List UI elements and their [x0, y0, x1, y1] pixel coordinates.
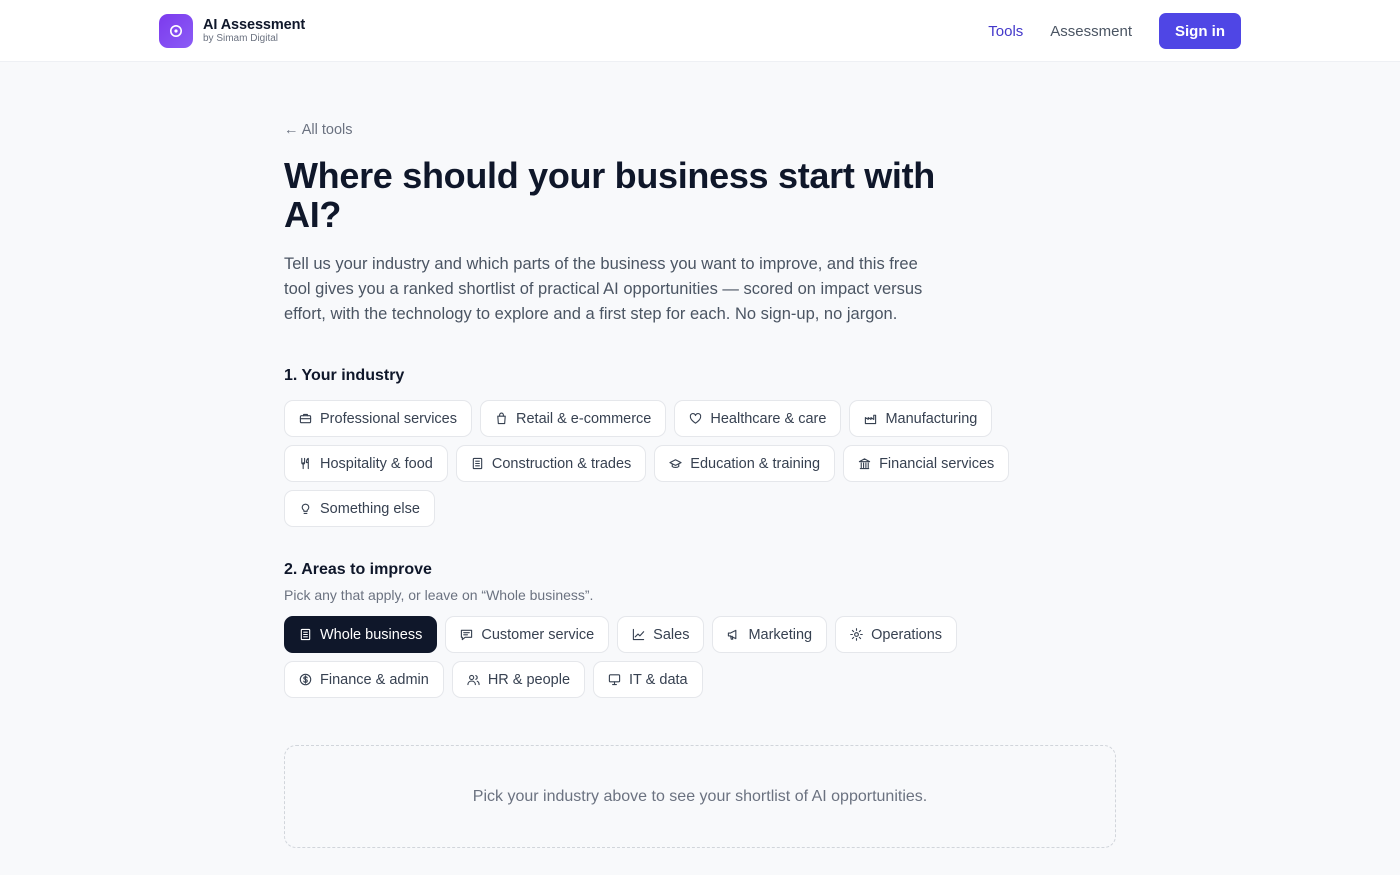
area-options: Whole business Customer service Sales Marke…: [284, 616, 974, 698]
nav-link-tools[interactable]: Tools: [988, 23, 1023, 40]
industry-options: Professional services Retail & e-commerce…: [284, 400, 1024, 527]
area-chip-sales[interactable]: Sales: [617, 616, 705, 653]
graduation-cap-icon: [669, 457, 682, 470]
factory-icon: [864, 412, 877, 425]
area-chip-whole-business[interactable]: Whole business: [284, 616, 438, 653]
area-chip-finance-admin[interactable]: Finance & admin: [284, 661, 444, 698]
area-chip-label: HR & people: [487, 671, 571, 688]
industry-chip-manufacturing[interactable]: Manufacturing: [849, 400, 993, 437]
main-nav: Tools Assessment Sign in: [988, 13, 1241, 49]
top-navbar: AI Assessment by Simam Digital Tools Ass…: [0, 0, 1400, 62]
industry-chip-education-training[interactable]: Education & training: [654, 445, 836, 482]
areas-hint: Pick any that apply, or leave on “Whole …: [284, 587, 594, 603]
users-icon: [467, 673, 480, 686]
building-icon: [299, 628, 312, 641]
area-chip-label: Finance & admin: [320, 671, 429, 688]
results-empty-state: Pick your industry above to see your sho…: [284, 745, 1116, 848]
page-title: Where should your business start with AI…: [284, 155, 935, 235]
area-chip-it-data[interactable]: IT & data: [593, 661, 703, 698]
industry-section-title: 1. Your industry: [284, 367, 405, 384]
area-chip-operations[interactable]: Operations: [835, 616, 958, 653]
chat-icon: [460, 628, 473, 641]
area-chip-label: Sales: [653, 626, 690, 643]
areas-section-title: 2. Areas to improve: [284, 561, 432, 578]
area-chip-label: Customer service: [481, 626, 595, 643]
page-intro: Tell us your industry and which parts of…: [284, 255, 923, 323]
area-chip-marketing[interactable]: Marketing: [712, 616, 828, 653]
empty-state-text: Pick your industry above to see your sho…: [472, 787, 928, 805]
industry-chip-label: Retail & e-commerce: [516, 410, 652, 427]
area-chip-hr-people[interactable]: HR & people: [451, 661, 586, 698]
industry-chip-something-else[interactable]: Something else: [284, 490, 435, 527]
industry-chip-label: Healthcare & care: [710, 410, 827, 427]
building-icon: [471, 457, 484, 470]
back-to-all-tools-link[interactable]: ← All tools: [284, 122, 353, 138]
area-chip-customer-service[interactable]: Customer service: [445, 616, 610, 653]
brand-subtitle: by Simam Digital: [203, 33, 279, 45]
chart-line-icon: [632, 628, 645, 641]
industry-chip-financial-services[interactable]: Financial services: [843, 445, 1010, 482]
industry-chip-label: Manufacturing: [885, 410, 978, 427]
area-chip-label: Whole business: [320, 626, 423, 643]
sign-in-button[interactable]: Sign in: [1159, 13, 1241, 49]
brand-logo-icon: [159, 14, 193, 48]
monitor-icon: [608, 673, 621, 686]
industry-chip-label: Construction & trades: [491, 455, 632, 472]
bank-icon: [858, 457, 871, 470]
dollar-icon: [299, 673, 312, 686]
area-chip-label: Operations: [871, 626, 943, 643]
main-content: ← All tools Where should your business s…: [284, 62, 1116, 848]
industry-chip-label: Something else: [320, 500, 420, 517]
megaphone-icon: [727, 628, 740, 641]
nav-link-assessment[interactable]: Assessment: [1050, 23, 1132, 40]
industry-chip-healthcare-care[interactable]: Healthcare & care: [674, 400, 842, 437]
brand[interactable]: AI Assessment by Simam Digital: [159, 14, 305, 48]
brand-title: AI Assessment: [203, 16, 306, 33]
industry-chip-label: Financial services: [879, 455, 995, 472]
industry-chip-label: Hospitality & food: [320, 455, 433, 472]
industry-chip-hospitality-food[interactable]: Hospitality & food: [284, 445, 448, 482]
area-chip-label: Marketing: [748, 626, 813, 643]
industry-chip-professional-services[interactable]: Professional services: [284, 400, 472, 437]
shopping-bag-icon: [495, 412, 508, 425]
lightbulb-icon: [299, 502, 312, 515]
industry-chip-construction-trades[interactable]: Construction & trades: [455, 445, 647, 482]
industry-chip-retail-e-commerce[interactable]: Retail & e-commerce: [480, 400, 667, 437]
briefcase-icon: [299, 412, 312, 425]
area-chip-label: IT & data: [629, 671, 688, 688]
heart-icon: [689, 412, 702, 425]
gear-icon: [850, 628, 863, 641]
industry-chip-label: Professional services: [320, 410, 457, 427]
industry-chip-label: Education & training: [690, 455, 821, 472]
utensils-icon: [299, 457, 312, 470]
